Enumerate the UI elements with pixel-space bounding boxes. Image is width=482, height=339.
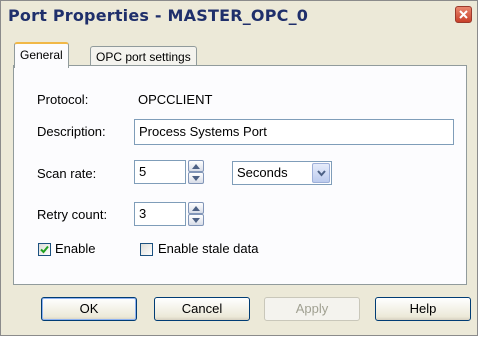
help-button[interactable]: Help bbox=[375, 297, 471, 321]
tab-general[interactable]: General bbox=[14, 42, 69, 68]
ok-button[interactable]: OK bbox=[41, 297, 137, 321]
enable-stale-data-label[interactable]: Enable stale data bbox=[158, 241, 258, 256]
chevron-down-icon bbox=[317, 170, 326, 177]
check-icon bbox=[40, 245, 49, 254]
scan-rate-up-button[interactable] bbox=[188, 160, 204, 172]
retry-count-up-button[interactable] bbox=[188, 202, 204, 214]
scan-rate-unit-select[interactable]: Seconds bbox=[232, 161, 332, 185]
enable-stale-data-checkbox[interactable] bbox=[140, 243, 153, 256]
scan-rate-unit-value: Seconds bbox=[237, 165, 288, 180]
window-title: Port Properties - MASTER_OPC_0 bbox=[8, 6, 309, 25]
close-icon bbox=[459, 10, 468, 19]
protocol-label: Protocol: bbox=[37, 92, 89, 107]
general-tab-panel: Protocol: OPCCLIENT Description: Process… bbox=[13, 65, 467, 285]
scan-rate-label: Scan rate: bbox=[37, 166, 97, 181]
retry-count-spinner[interactable] bbox=[188, 202, 204, 226]
spin-down-icon bbox=[192, 218, 200, 223]
scan-rate-spinner[interactable] bbox=[188, 160, 204, 184]
retry-count-field[interactable]: 3 bbox=[134, 202, 186, 226]
protocol-value: OPCCLIENT bbox=[138, 92, 213, 107]
enable-checkbox[interactable] bbox=[38, 243, 51, 256]
retry-count-down-button[interactable] bbox=[188, 214, 204, 226]
description-label: Description: bbox=[37, 124, 106, 139]
description-field[interactable]: Process Systems Port bbox=[134, 119, 454, 145]
spin-up-icon bbox=[192, 206, 200, 211]
cancel-button[interactable]: Cancel bbox=[154, 297, 250, 321]
scan-rate-down-button[interactable] bbox=[188, 172, 204, 184]
spin-down-icon bbox=[192, 176, 200, 181]
dropdown-button[interactable] bbox=[312, 163, 330, 183]
enable-label[interactable]: Enable bbox=[55, 241, 95, 256]
retry-count-label: Retry count: bbox=[37, 207, 108, 222]
title-bar[interactable]: Port Properties - MASTER_OPC_0 bbox=[1, 1, 477, 31]
apply-button[interactable]: Apply bbox=[264, 297, 360, 321]
close-button[interactable] bbox=[455, 6, 472, 23]
scan-rate-field[interactable]: 5 bbox=[134, 160, 186, 184]
port-properties-dialog: Port Properties - MASTER_OPC_0 General O… bbox=[0, 0, 478, 336]
spin-up-icon bbox=[192, 164, 200, 169]
